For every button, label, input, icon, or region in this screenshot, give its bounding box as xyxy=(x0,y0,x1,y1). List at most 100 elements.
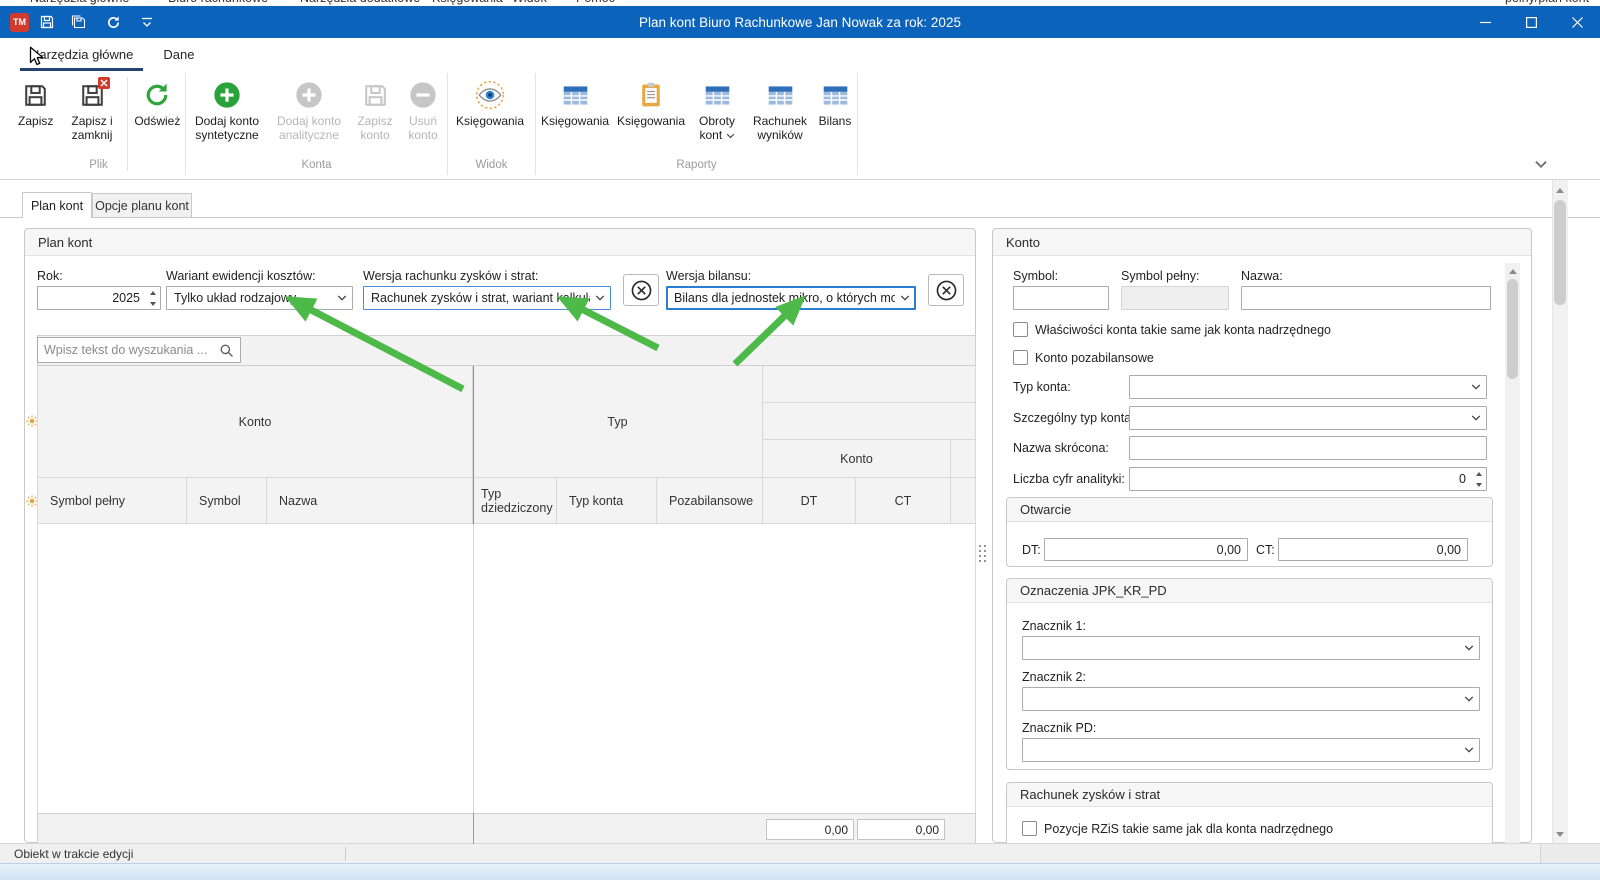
znacznik-pd-label: Znacznik PD: xyxy=(1022,721,1096,735)
dodaj-konto-analityczne-button[interactable]: Dodaj konto analityczne xyxy=(268,73,350,159)
liczba-cyfr-input[interactable] xyxy=(1129,467,1487,491)
main-scrollbar-up-button[interactable] xyxy=(1552,184,1568,196)
background-menu-item: Narzędzia dodatkowe xyxy=(300,0,420,5)
konto-scrollbar-thumb[interactable] xyxy=(1507,279,1518,379)
add-circle-icon xyxy=(293,79,325,111)
clear-rzis-button[interactable] xyxy=(623,274,659,306)
spin-down-icon[interactable] xyxy=(145,298,160,309)
liczba-cyfr-spinner[interactable] xyxy=(1129,467,1487,491)
ksiegowania-widok-button[interactable]: Księgowania xyxy=(448,73,532,159)
zapisz-i-zamknij-button[interactable]: Zapisz i zamknij xyxy=(59,73,124,159)
chevron-down-icon xyxy=(337,295,347,302)
document-tab-plan-kont[interactable]: Plan kont xyxy=(22,192,92,218)
pozabilansowe-checkbox[interactable] xyxy=(1013,350,1028,365)
main-scrollbar-thumb[interactable] xyxy=(1554,200,1566,305)
maximize-button[interactable] xyxy=(1508,6,1554,38)
znacznik2-select[interactable] xyxy=(1022,687,1480,711)
column-header-ct[interactable]: CT xyxy=(856,478,951,524)
panel-splitter-grip[interactable] xyxy=(979,545,986,562)
pozycje-rzis-checkbox[interactable] xyxy=(1022,821,1037,836)
column-band-empty[interactable] xyxy=(763,366,976,403)
wariant-ewidencji-select[interactable]: Tylko układ rodzajowy xyxy=(166,286,353,310)
spin-up-icon[interactable] xyxy=(145,287,160,298)
column-band-typ[interactable]: Typ xyxy=(473,366,763,478)
column-header-nazwa[interactable]: Nazwa xyxy=(267,478,473,524)
symbol-input[interactable] xyxy=(1013,286,1109,310)
otwarcie-dt-input[interactable] xyxy=(1044,538,1248,561)
collapse-ribbon-button[interactable] xyxy=(1534,157,1548,172)
column-band-konto-right[interactable]: Konto xyxy=(763,440,951,478)
obroty-kont-button[interactable]: Obroty kont xyxy=(688,73,746,159)
customize-quick-access-icon[interactable] xyxy=(134,9,160,35)
grid-body[interactable] xyxy=(37,524,976,813)
column-header-typ-konta[interactable]: Typ konta xyxy=(557,478,657,524)
plan-kont-panel-title: Plan kont xyxy=(25,229,975,256)
zapisz-button[interactable]: Zapisz xyxy=(12,73,59,159)
clear-bilans-button[interactable] xyxy=(928,274,964,306)
ksiegowania-clipboard-button[interactable]: Księgowania xyxy=(614,73,688,159)
column-header-dt[interactable]: DT xyxy=(763,478,856,524)
column-header-symbol-pelny[interactable]: Symbol pełny xyxy=(37,478,187,524)
ribbon-tab-dane[interactable]: Dane xyxy=(153,41,204,71)
znacznik1-select[interactable] xyxy=(1022,636,1480,660)
document-tab-opcje-planu-kont[interactable]: Opcje planu kont xyxy=(92,193,192,217)
save-icon[interactable] xyxy=(34,9,60,35)
button-label: Księgowania xyxy=(614,114,688,128)
spinner-buttons[interactable] xyxy=(145,287,160,309)
wersja-rzis-label: Wersja rachunku zysków i strat: xyxy=(363,269,539,283)
dodaj-konto-syntetyczne-button[interactable]: Dodaj konto syntetyczne xyxy=(186,73,268,159)
szczegolny-typ-select[interactable] xyxy=(1129,406,1487,430)
nazwa-skrocona-input[interactable] xyxy=(1129,436,1487,460)
konto-scrollbar-up-button[interactable] xyxy=(1505,265,1520,277)
rok-spinner[interactable] xyxy=(37,286,161,310)
zapisz-konto-button[interactable]: Zapisz konto xyxy=(350,73,400,159)
wariant-ewidencji-value: Tylko układ rodzajowy xyxy=(174,291,296,305)
column-header-pozabilansowe[interactable]: Pozabilansowe xyxy=(657,478,763,524)
wersja-bilansu-select[interactable]: Bilans dla jednostek mikro, o których mo… xyxy=(666,286,916,310)
typ-konta-select[interactable] xyxy=(1129,375,1487,399)
wersja-bilansu-label: Wersja bilansu: xyxy=(666,269,751,283)
background-menu-item: Pomoc xyxy=(576,0,615,5)
otwarcie-groupbox: Otwarcie DT: CT: xyxy=(1006,497,1493,567)
save-all-icon[interactable] xyxy=(65,9,91,35)
znacznik-pd-select[interactable] xyxy=(1022,738,1480,762)
chevron-down-icon xyxy=(1471,384,1481,391)
nazwa-input[interactable] xyxy=(1241,286,1491,310)
usun-konto-button[interactable]: Usuń konto xyxy=(400,73,446,159)
spinner-buttons[interactable] xyxy=(1471,468,1486,490)
bilans-button[interactable]: Bilans xyxy=(814,73,856,159)
symbol-pelny-input[interactable] xyxy=(1121,286,1229,310)
column-header-symbol[interactable]: Symbol xyxy=(187,478,267,524)
odswiez-button[interactable]: Odśwież xyxy=(130,73,185,159)
minimize-button[interactable] xyxy=(1462,6,1508,38)
main-scrollbar-down-button[interactable] xyxy=(1552,828,1568,840)
column-header-typ-dziedziczony[interactable]: Typ dziedziczony xyxy=(473,478,557,524)
chevron-down-icon xyxy=(1464,747,1474,754)
spin-down-icon[interactable] xyxy=(1471,479,1486,490)
znacznik2-label: Znacznik 2: xyxy=(1022,670,1086,684)
spin-up-icon[interactable] xyxy=(1471,468,1486,479)
grid-search-box[interactable] xyxy=(37,337,241,363)
nazwa-skrocona-label: Nazwa skrócona: xyxy=(1013,441,1109,455)
footer-sum-dt: 0,00 xyxy=(766,819,854,840)
column-band-empty[interactable] xyxy=(951,440,976,478)
document-tabstrip-line xyxy=(0,217,1600,218)
wersja-rzis-select[interactable]: Rachunek zysków i strat, wariant kalkula… xyxy=(363,286,611,310)
jpk-groupbox: Oznaczenia JPK_KR_PD Znacznik 1: Znaczni… xyxy=(1006,578,1493,770)
close-button[interactable] xyxy=(1554,6,1600,38)
refresh-icon[interactable] xyxy=(100,9,126,35)
column-band-empty[interactable] xyxy=(763,403,976,440)
wariant-ewidencji-label: Wariant ewidencji kosztów: xyxy=(166,269,316,283)
wlasciwosci-checkbox[interactable] xyxy=(1013,322,1028,337)
pozycje-rzis-checkbox-label: Pozycje RZiS takie same jak dla konta na… xyxy=(1044,822,1333,836)
search-input[interactable] xyxy=(38,343,219,357)
column-band-konto[interactable]: Konto xyxy=(37,366,473,478)
ribbon-group-label: Konta xyxy=(186,159,447,171)
rachunek-wynikow-button[interactable]: Rachunek wyników xyxy=(746,73,814,159)
button-label: Zapisz xyxy=(12,114,59,128)
rok-input[interactable] xyxy=(37,286,161,310)
symbol-label: Symbol: xyxy=(1013,269,1058,283)
otwarcie-ct-input[interactable] xyxy=(1278,538,1468,561)
column-header-empty[interactable] xyxy=(951,478,976,524)
ksiegowania-raport-button[interactable]: Księgowania xyxy=(536,73,614,159)
